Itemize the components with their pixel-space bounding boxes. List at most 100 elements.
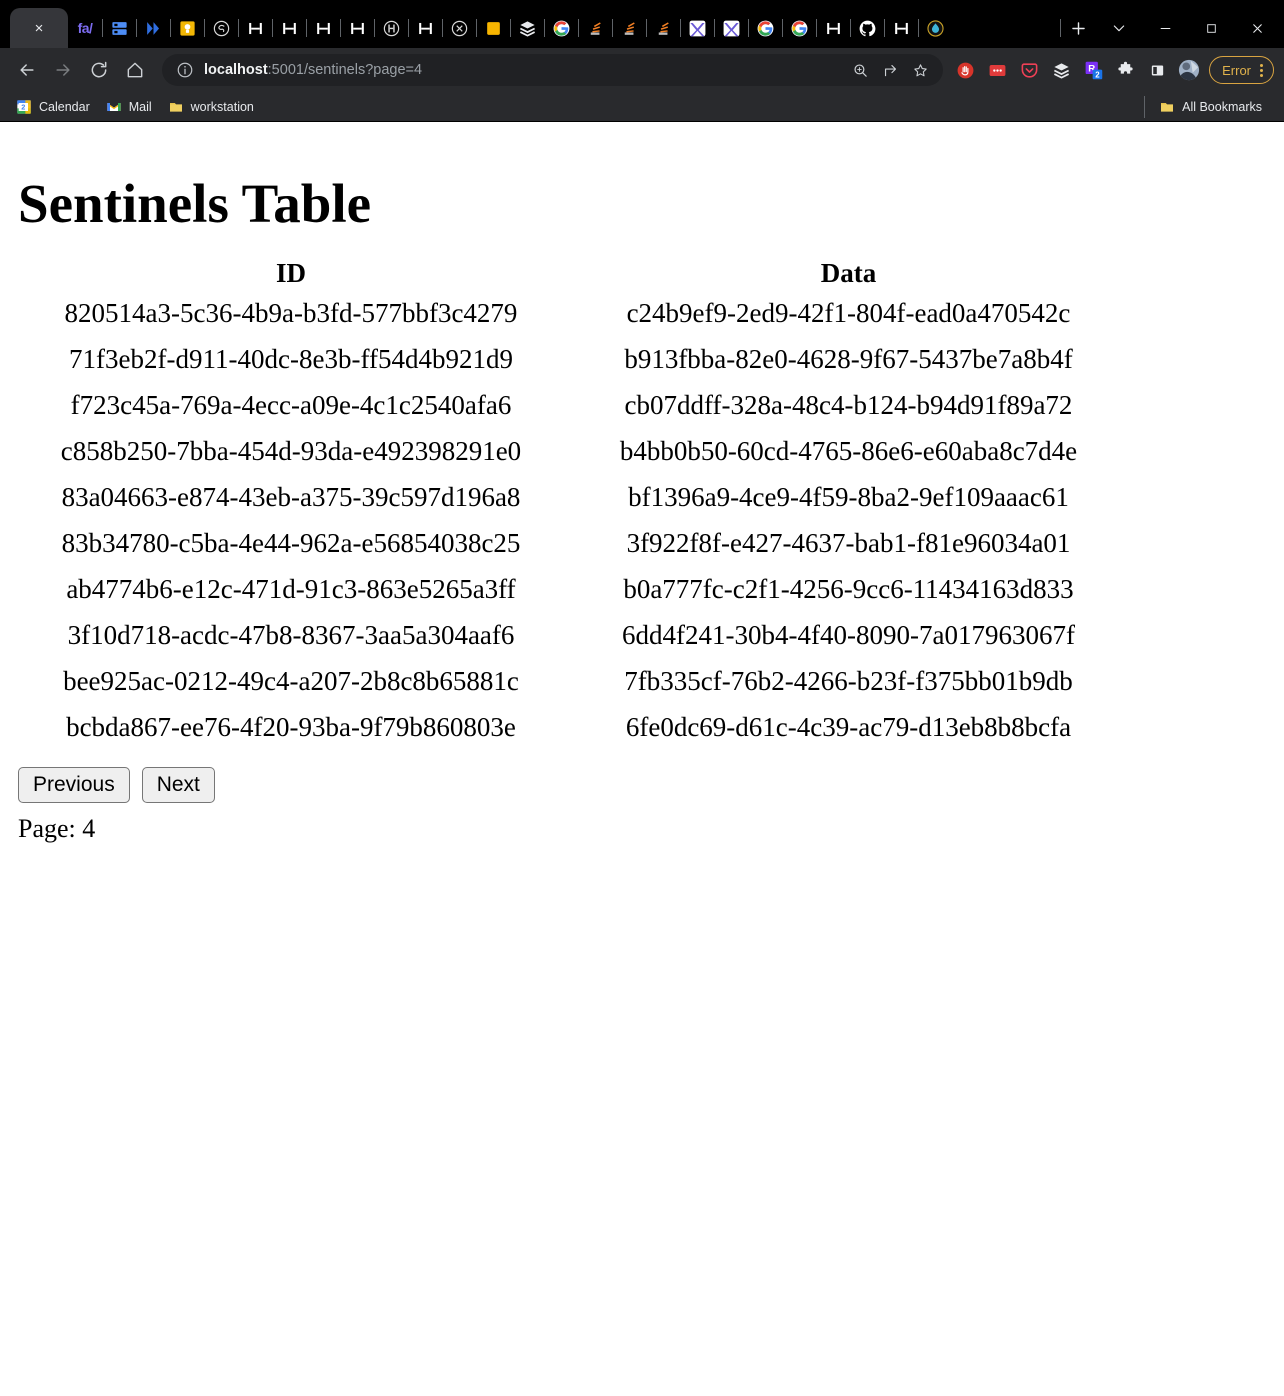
bookmark-workstation[interactable]: workstation [166,96,262,118]
url-path: :5001/sentinels?page=4 [268,62,422,78]
new-tab-button[interactable] [1060,8,1096,48]
tab-circle-x-glyph [450,19,469,38]
tab-google-1[interactable] [544,8,578,48]
error-badge-label: Error [1222,63,1251,78]
tab-stackoverflow-1[interactable] [578,8,612,48]
tab-yellow-square-glyph [484,19,503,38]
page-title: Sentinels Table [18,175,1276,233]
tab-gitlab-1[interactable] [680,8,714,48]
pocket-extension-icon[interactable] [1013,53,1045,87]
tab-hackerone-1[interactable] [238,8,272,48]
tab-hackerone-1-glyph [246,19,265,38]
active-tab[interactable]: × [10,8,68,48]
tab-bulb[interactable] [170,8,204,48]
pagination-controls: Previous Next [18,767,1276,803]
tab-circle-h[interactable] [374,8,408,48]
share-icon[interactable] [875,55,905,85]
tab-hackerone-5[interactable] [408,8,442,48]
cell-id: 3f10d718-acdc-47b8-8367-3aa5a304aaf6 [8,612,574,658]
navigation-toolbar: localhost:5001/sentinels?page=4 [0,48,1284,92]
ublock-origin-icon[interactable] [949,53,981,87]
extensions-puzzle-icon[interactable] [1109,53,1141,87]
url-text: localhost:5001/sentinels?page=4 [204,62,845,78]
forward-button[interactable] [46,53,80,87]
cell-data: b913fbba-82e0-4628-9f67-5437be7a8b4f [574,336,1123,382]
tab-fa[interactable]: fa/ [68,8,102,48]
tab-github[interactable] [850,8,884,48]
stack-icon [1052,61,1071,80]
tab-stackoverflow-2[interactable] [612,8,646,48]
tab-circle-h-glyph [382,19,401,38]
tab-hackerone-4[interactable] [340,8,374,48]
cell-id: 820514a3-5c36-4b9a-b3fd-577bbf3c4279 [8,290,574,336]
browser-menu-icon[interactable] [1260,64,1263,77]
tab-hackerone-7-glyph [892,19,911,38]
reload-button[interactable] [82,53,116,87]
home-button[interactable] [118,53,152,87]
column-header-id: ID [8,257,574,290]
side-panel-icon[interactable] [1141,53,1173,87]
calendar-icon: 2 [16,99,32,115]
close-window-button[interactable] [1234,10,1280,46]
r-badge-icon: R 2 [1083,60,1104,81]
cell-id: f723c45a-769a-4ecc-a09e-4c1c2540afa6 [8,382,574,428]
bookmark-calendar[interactable]: 2 Calendar [14,96,98,118]
minimize-icon [1158,21,1173,36]
error-badge[interactable]: Error [1209,56,1274,84]
tab-droplet[interactable] [918,8,952,48]
layers-extension-icon[interactable] [1045,53,1077,87]
r-extension-icon[interactable]: R 2 [1077,53,1109,87]
tab-close-icon[interactable]: × [35,21,44,36]
tab-gitlab-2[interactable] [714,8,748,48]
zoom-search-icon[interactable] [845,55,875,85]
red-dots-extension-icon[interactable] [981,53,1013,87]
tab-gitlab-2-glyph [722,19,741,38]
cell-id: 71f3eb2f-d911-40dc-8e3b-ff54d4b921d9 [8,336,574,382]
tab-hackerone-6[interactable] [816,8,850,48]
cell-data: c24b9ef9-2ed9-42f1-804f-ead0a470542c [574,290,1123,336]
chevron-down-icon [1111,20,1127,36]
cell-data: 6dd4f241-30b4-4f40-8090-7a017963067f [574,612,1123,658]
folder-icon [168,99,184,115]
cell-id: c858b250-7bba-454d-93da-e492398291e0 [8,428,574,474]
close-icon [1250,21,1265,36]
info-circle-icon[interactable] [176,61,194,79]
previous-button[interactable]: Previous [18,767,130,803]
bookmark-label: workstation [191,100,254,114]
hand-stop-icon [956,61,975,80]
tab-hackerone-7[interactable] [884,8,918,48]
page-viewport: Sentinels Table ID Data 820514a3-5c36-4b… [0,121,1284,1396]
column-header-data: Data [574,257,1123,290]
all-bookmarks[interactable]: All Bookmarks [1157,96,1270,118]
tab-hackerone-4-glyph [348,19,367,38]
tab-hackerone-2[interactable] [272,8,306,48]
minimize-button[interactable] [1142,10,1188,46]
tab-search-button[interactable] [1096,10,1142,46]
tab-stackoverflow-3[interactable] [646,8,680,48]
tab-grid[interactable] [102,8,136,48]
tab-hackerone-3[interactable] [306,8,340,48]
address-bar[interactable]: localhost:5001/sentinels?page=4 [162,54,943,86]
search-plus-icon [852,62,869,79]
next-button[interactable]: Next [142,767,215,803]
table-head: ID Data [8,257,1123,290]
bookmark-mail[interactable]: Mail [104,96,160,118]
profile-avatar[interactable] [1173,53,1205,87]
tab-google-2[interactable] [748,8,782,48]
tab-stackoverflow-1-glyph [586,19,605,38]
back-button[interactable] [10,53,44,87]
tab-stack[interactable] [510,8,544,48]
tab-circle-x[interactable] [442,8,476,48]
tab-google-3[interactable] [782,8,816,48]
maximize-button[interactable] [1188,10,1234,46]
tab-circle-swirl[interactable] [204,8,238,48]
tab-chevrons[interactable] [136,8,170,48]
cell-data: 3f922f8f-e427-4637-bab1-f81e96034a01 [574,520,1123,566]
bookmark-star-icon[interactable] [905,55,935,85]
tab-yellow-square[interactable] [476,8,510,48]
tab-chevrons-glyph [144,19,163,38]
tab-droplet-glyph [926,19,945,38]
table-row: bee925ac-0212-49c4-a207-2b8c8b65881c7fb3… [8,658,1123,704]
tab-google-3-glyph [790,19,809,38]
pinned-tabs: fa/ [68,8,1060,48]
